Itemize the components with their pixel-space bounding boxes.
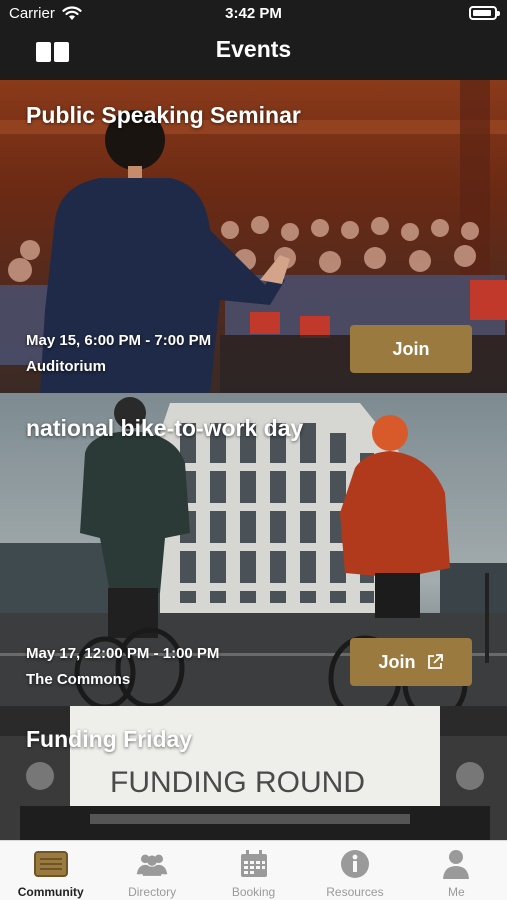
external-link-icon [427, 654, 443, 669]
join-button[interactable]: Join [350, 638, 472, 686]
svg-text:FUNDING ROUND: FUNDING ROUND [110, 766, 365, 799]
event-card-funding-friday[interactable]: FUNDING ROUND Funding Friday [0, 706, 507, 840]
event-location: The Commons [26, 671, 131, 688]
person-icon [439, 849, 473, 879]
tab-bar: Community Directory Booking Resources Me [0, 840, 507, 900]
community-icon [33, 849, 68, 879]
tab-community[interactable]: Community [0, 841, 101, 900]
battery-icon [469, 6, 500, 20]
join-button[interactable]: Join [350, 325, 472, 373]
directory-icon [135, 849, 169, 879]
info-icon [338, 849, 372, 879]
event-datetime: May 15, 6:00 PM - 7:00 PM [26, 332, 212, 349]
clock: 3:42 PM [225, 5, 282, 22]
event-card-public-speaking[interactable]: Public Speaking Seminar May 15, 6:00 PM … [0, 80, 507, 393]
tab-booking[interactable]: Booking [203, 841, 304, 900]
event-datetime: May 17, 12:00 PM - 1:00 PM [26, 645, 220, 662]
event-title: Public Speaking Seminar [26, 102, 301, 128]
top-bar: Carrier 3:42 PM Events [0, 0, 507, 80]
event-location: Auditorium [26, 358, 106, 375]
event-title: national bike-to-work day [26, 415, 304, 441]
events-list[interactable]: Public Speaking Seminar May 15, 6:00 PM … [0, 80, 507, 840]
calendar-icon [237, 849, 271, 879]
tab-me[interactable]: Me [406, 841, 507, 900]
page-title: Events [215, 36, 292, 62]
status-bar: Carrier 3:42 PM [0, 0, 507, 30]
event-card-bike-to-work[interactable]: national bike-to-work day May 17, 12:00 … [0, 393, 507, 706]
event-title: Funding Friday [26, 726, 193, 752]
tab-resources[interactable]: Resources [304, 841, 405, 900]
tab-directory[interactable]: Directory [101, 841, 202, 900]
